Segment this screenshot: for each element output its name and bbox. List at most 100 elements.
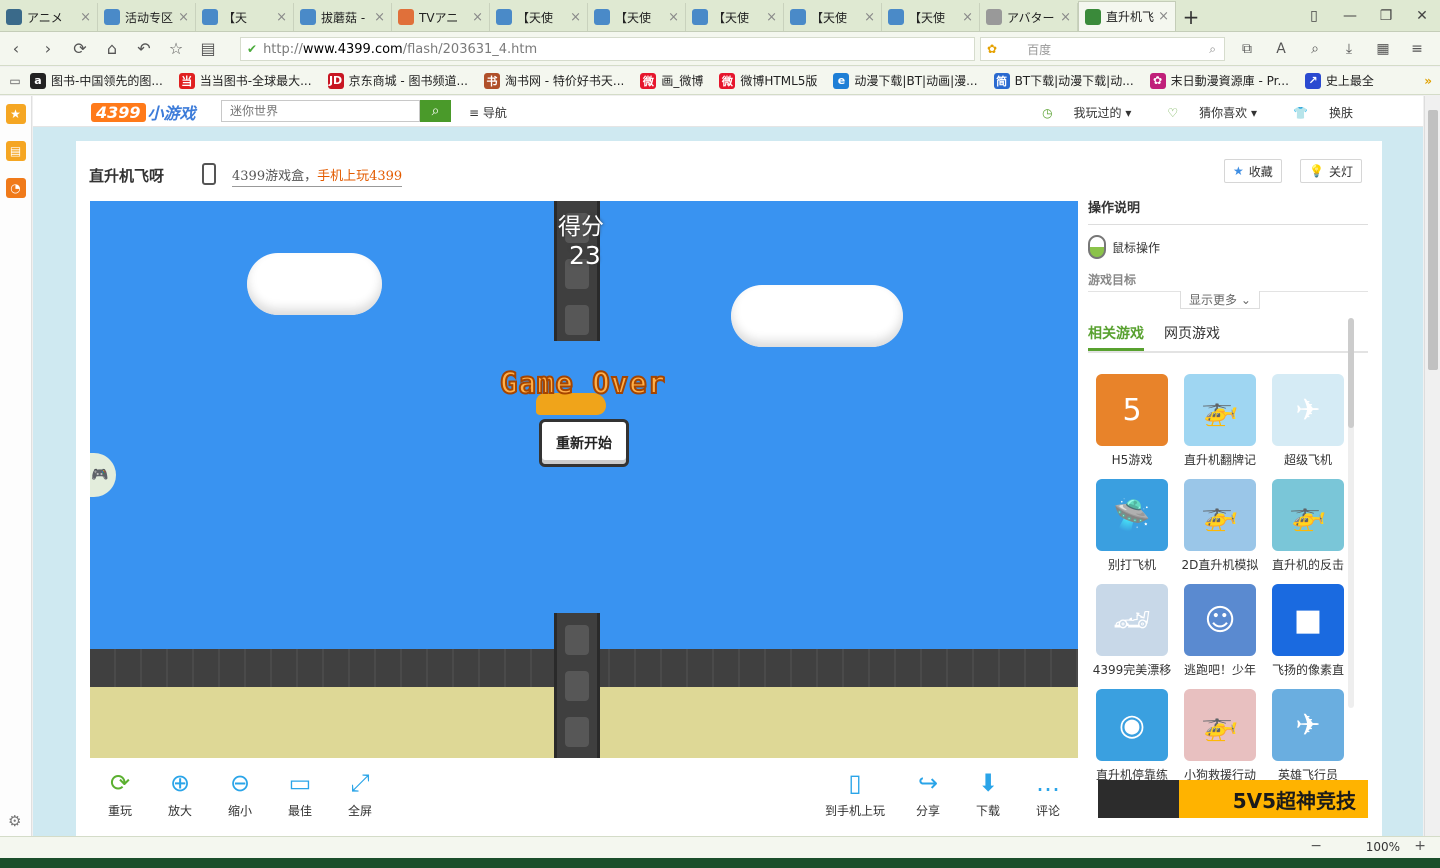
nav-menu-link[interactable]: ≡ 导航: [469, 104, 507, 121]
tool-best-fit-button[interactable]: ▭ 最佳: [270, 768, 330, 819]
bookmark-item[interactable]: 当当当图书-全球最大...: [178, 72, 312, 89]
screenshot-icon[interactable]: ⧉: [1230, 41, 1264, 57]
tab-close-icon[interactable]: ×: [276, 10, 287, 25]
bookmark-item[interactable]: ↗ 史上最全: [1304, 72, 1374, 89]
tab-9[interactable]: 【天使 ×: [882, 3, 980, 31]
address-bar[interactable]: ✔ http:// www.4399.com /flash/203631_4.h…: [240, 37, 975, 61]
bookmark-item[interactable]: JD 京东商城 - 图书频道...: [327, 72, 468, 89]
zoom-level[interactable]: 100%: [1366, 840, 1400, 854]
related-game-item[interactable]: 🏎 4399完美漂移: [1088, 584, 1176, 678]
favorite-button[interactable]: ★ 收藏: [1224, 159, 1282, 183]
bookmark-item[interactable]: 微微博HTML5版: [719, 72, 817, 89]
tool-zoom-out-button[interactable]: ⊖ 缩小: [210, 768, 270, 819]
restore-button[interactable]: ❐: [1368, 0, 1404, 32]
back-button[interactable]: ‹: [0, 39, 32, 58]
related-game-item[interactable]: 🚁 直升机的反击: [1264, 479, 1352, 573]
bee-icon[interactable]: ✿: [987, 42, 997, 56]
bookmarks-toggle-icon[interactable]: ▭: [0, 74, 30, 88]
undo-button[interactable]: ↶: [128, 39, 160, 58]
bookmark-item[interactable]: 微画_微博: [640, 72, 703, 89]
change-skin-link[interactable]: 👕 换肤: [1275, 104, 1353, 121]
menu-icon[interactable]: ≡: [1400, 41, 1434, 57]
page-scrollbar[interactable]: [1424, 96, 1440, 836]
related-games-scrollbar[interactable]: [1348, 318, 1354, 708]
tab-10[interactable]: アバター ×: [980, 3, 1078, 31]
related-game-item[interactable]: 🚁 小狗救援行动: [1176, 689, 1264, 783]
site-search-button[interactable]: ⌕: [420, 100, 451, 122]
tab-0[interactable]: アニメ ×: [0, 3, 98, 31]
related-game-item[interactable]: 5 H5游戏: [1088, 374, 1176, 468]
related-game-item[interactable]: 🚁 直升机翻牌记: [1176, 374, 1264, 468]
bookmarks-overflow-icon[interactable]: »: [1424, 74, 1432, 88]
tab-close-icon[interactable]: ×: [178, 10, 189, 25]
minimize-button[interactable]: —: [1332, 0, 1368, 32]
tab-close-icon[interactable]: ×: [1158, 9, 1169, 24]
bookmark-item[interactable]: e 动漫下载|BT|动画|漫...: [833, 72, 978, 89]
home-button[interactable]: ⌂: [96, 39, 128, 58]
tab-6[interactable]: 【天使 ×: [588, 3, 686, 31]
search-engine-box[interactable]: ✿ 百度 ⌕: [980, 37, 1225, 61]
tab-close-icon[interactable]: ×: [570, 10, 581, 25]
notes-icon[interactable]: ▤: [5, 141, 26, 161]
show-more-button[interactable]: 显示更多 ⌄: [1180, 291, 1260, 309]
zoom-out-button[interactable]: −: [1310, 838, 1322, 854]
tab-8[interactable]: 【天使 ×: [784, 3, 882, 31]
tab-close-icon[interactable]: ×: [80, 10, 91, 25]
tab-web-games[interactable]: 网页游戏: [1164, 323, 1220, 351]
related-game-item[interactable]: 🛸 别打飞机: [1088, 479, 1176, 573]
bookmark-item[interactable]: 简 BT下载|动漫下载|动...: [993, 72, 1134, 89]
lights-off-button[interactable]: 💡 关灯: [1300, 159, 1362, 183]
site-logo[interactable]: 4399 小游戏: [91, 100, 196, 124]
tab-5[interactable]: 【天使 ×: [490, 3, 588, 31]
favorites-star-button[interactable]: ☆: [160, 39, 192, 58]
page-scroll-thumb[interactable]: [1428, 110, 1438, 370]
tab-4[interactable]: TVアニ ×: [392, 3, 490, 31]
zoom-in-button[interactable]: +: [1414, 838, 1426, 854]
tab-1[interactable]: 活动专区 ×: [98, 3, 196, 31]
extensions-icon[interactable]: ▦: [1366, 41, 1400, 57]
tab-close-icon[interactable]: ×: [374, 10, 385, 25]
site-search-input[interactable]: [221, 100, 420, 122]
game-canvas[interactable]: 得分 23 Game Over 重新开始 🎮: [90, 201, 1078, 758]
tool-share-button[interactable]: ↪ 分享: [898, 768, 958, 819]
tab-close-icon[interactable]: ×: [1060, 10, 1071, 25]
related-game-item[interactable]: ◉ 直升机停靠练: [1088, 689, 1176, 783]
tab-2[interactable]: 【天 ×: [196, 3, 294, 31]
guess-you-like-link[interactable]: ♡ 猜你喜欢 ▾: [1149, 104, 1257, 121]
tab-close-icon[interactable]: ×: [864, 10, 875, 25]
bookmark-item[interactable]: a 图书-中国领先的图...: [30, 72, 163, 89]
tool-reload-button[interactable]: ⟳ 重玩: [90, 768, 150, 819]
related-game-item[interactable]: ■ 飞扬的像素直: [1264, 584, 1352, 678]
forward-button[interactable]: ›: [32, 39, 64, 58]
related-game-item[interactable]: ✈ 超级飞机: [1264, 374, 1352, 468]
sidebar-toggle-icon[interactable]: ▯: [1296, 0, 1332, 32]
tool-download-button[interactable]: ⬇ 下载: [958, 768, 1018, 819]
refresh-button[interactable]: ⟳: [64, 39, 96, 58]
find-icon[interactable]: ⌕: [1298, 41, 1332, 57]
translate-icon[interactable]: A: [1264, 41, 1298, 57]
tool-zoom-in-button[interactable]: ⊕ 放大: [150, 768, 210, 819]
rss-icon[interactable]: ◔: [5, 178, 26, 198]
game-box-promo[interactable]: 4399游戏盒，手机上玩4399: [232, 165, 403, 187]
tab-7[interactable]: 【天使 ×: [686, 3, 784, 31]
played-games-link[interactable]: ◷ 我玩过的 ▾: [1024, 104, 1131, 121]
tool-phone-button[interactable]: ▯ 到手机上玩: [812, 768, 898, 819]
close-window-button[interactable]: ✕: [1404, 0, 1440, 32]
bookmark-item[interactable]: ✿ 末日動漫資源庫 - Pr...: [1149, 72, 1289, 89]
tab-close-icon[interactable]: ×: [962, 10, 973, 25]
tab-related-games[interactable]: 相关游戏: [1088, 323, 1144, 351]
tab-11[interactable]: 直升机飞 ×: [1078, 1, 1176, 31]
download-manager-icon[interactable]: ⤓: [1332, 41, 1366, 57]
related-game-item[interactable]: ✈ 英雄飞行员: [1264, 689, 1352, 783]
tab-close-icon[interactable]: ×: [766, 10, 777, 25]
gamepad-handle-icon[interactable]: 🎮: [90, 453, 116, 497]
related-game-item[interactable]: 🚁 2D直升机模拟: [1176, 479, 1264, 573]
tool-fullscreen-button[interactable]: ⤢ 全屏: [330, 768, 390, 819]
search-icon[interactable]: ⌕: [1209, 42, 1216, 57]
related-game-item[interactable]: ☺ 逃跑吧！少年: [1176, 584, 1264, 678]
tab-close-icon[interactable]: ×: [472, 10, 483, 25]
tool-comment-button[interactable]: … 评论: [1018, 768, 1078, 819]
restart-button[interactable]: 重新开始: [539, 419, 629, 467]
reader-button[interactable]: ▤: [192, 39, 224, 58]
related-games-scroll-thumb[interactable]: [1348, 318, 1354, 428]
